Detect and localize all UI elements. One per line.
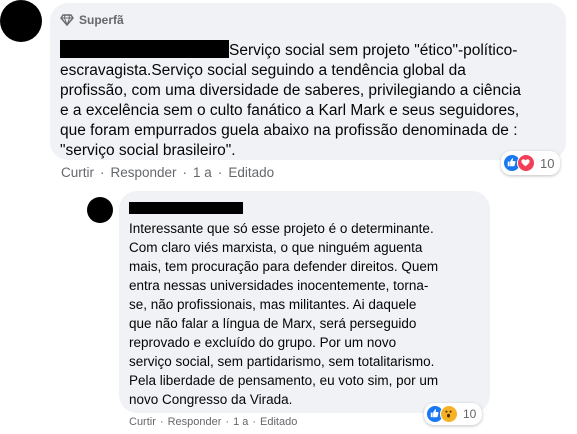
- comment-bubble: Superfã Serviço social sem projeto "étic…: [50, 3, 566, 160]
- separator: ·: [182, 165, 188, 180]
- author-name-redacted[interactable]: [60, 40, 229, 58]
- comment-body: Serviço social sem projeto "ético"-polít…: [60, 40, 554, 161]
- reply-link[interactable]: Responder: [168, 416, 222, 428]
- avatar[interactable]: [0, 0, 42, 42]
- comment-actions: Curtir · Responder · 1 a · Editado: [61, 165, 274, 180]
- diamond-badge-icon: [60, 14, 74, 27]
- timestamp-link[interactable]: 1 a: [233, 416, 248, 428]
- separator: ·: [225, 416, 230, 428]
- reply-link[interactable]: Responder: [111, 165, 177, 180]
- timestamp-link[interactable]: 1 a: [193, 165, 212, 180]
- separator: ·: [159, 416, 164, 428]
- like-link[interactable]: Curtir: [129, 416, 156, 428]
- reply-avatar[interactable]: [87, 197, 113, 223]
- top-fan-badge[interactable]: Superfã: [60, 11, 554, 29]
- separator: ·: [252, 416, 257, 428]
- edited-label[interactable]: Editado: [228, 165, 274, 180]
- like-link[interactable]: Curtir: [61, 165, 94, 180]
- reply-reactions-summary[interactable]: 10: [424, 403, 483, 425]
- wow-icon: [440, 405, 458, 423]
- reaction-count: 10: [540, 155, 555, 171]
- reply-actions: Curtir · Responder · 1 a · Editado: [129, 416, 297, 428]
- reply-author[interactable]: [129, 199, 478, 214]
- author-name-redacted[interactable]: [129, 201, 243, 214]
- reaction-count: 10: [463, 407, 477, 421]
- badge-label: Superfã: [79, 13, 124, 27]
- reactions-summary[interactable]: 10: [501, 151, 561, 175]
- separator: ·: [217, 165, 223, 180]
- comment-text: Serviço social sem projeto "ético"-polít…: [60, 42, 521, 159]
- reply-text: Interessante que só esse projeto é o det…: [129, 221, 439, 407]
- love-icon: [517, 154, 535, 172]
- separator: ·: [100, 165, 105, 180]
- reply-bubble: Interessante que só esse projeto é o det…: [119, 191, 490, 413]
- edited-label[interactable]: Editado: [260, 416, 297, 428]
